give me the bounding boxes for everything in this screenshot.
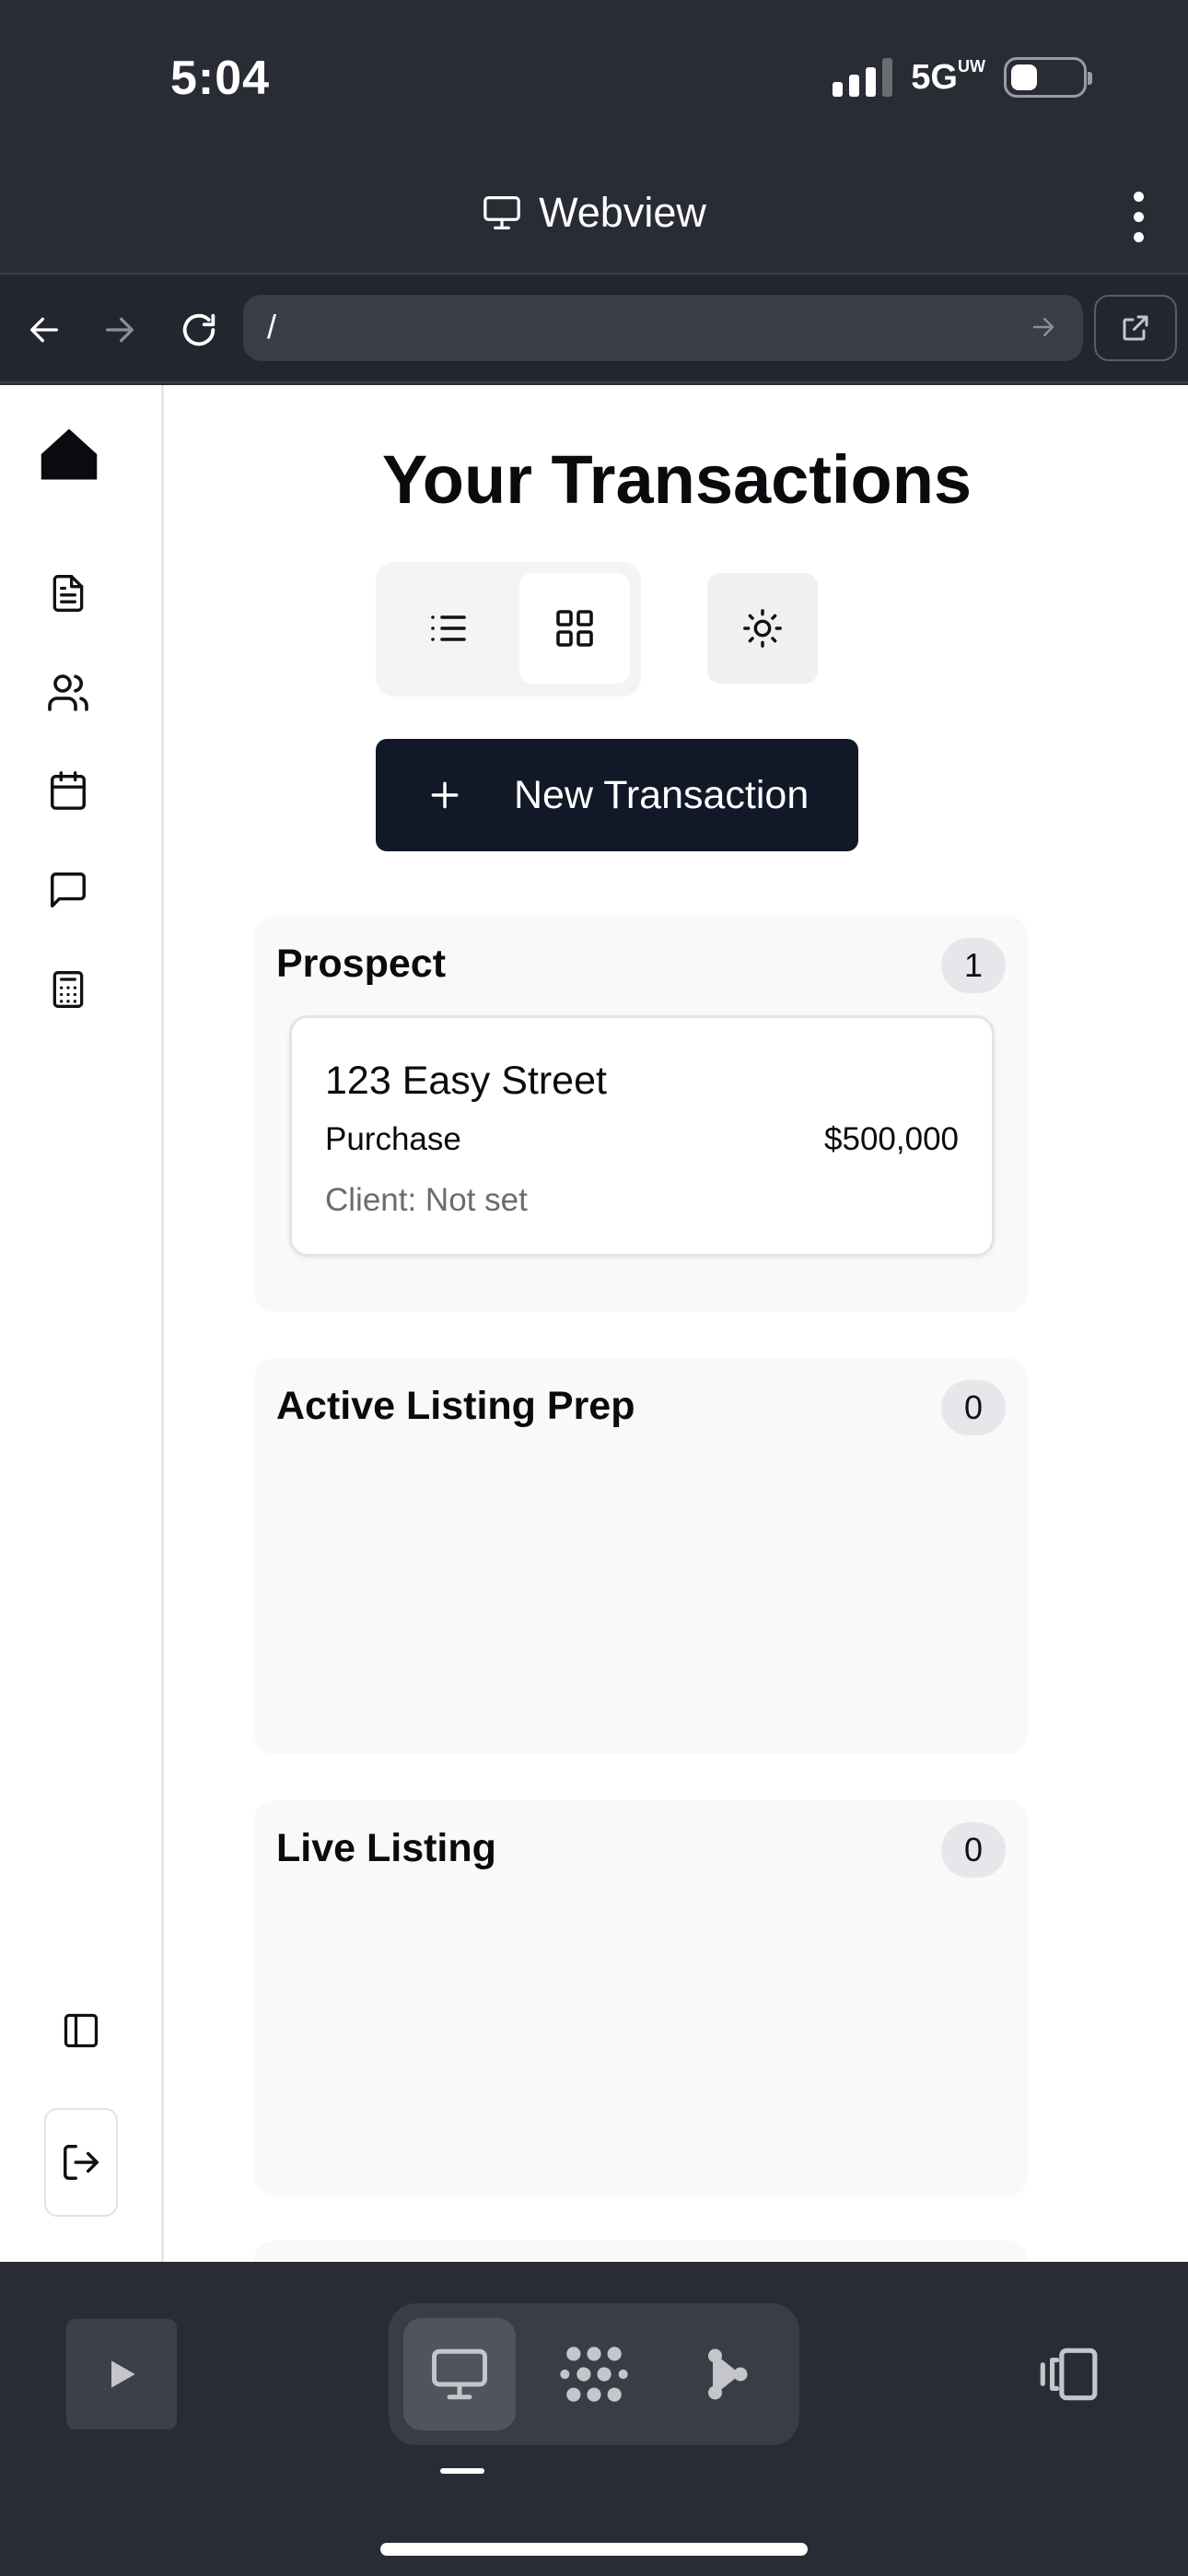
list-icon xyxy=(431,615,466,641)
go-arrow-icon[interactable] xyxy=(1030,313,1057,341)
users-icon[interactable] xyxy=(41,665,96,720)
battery-icon xyxy=(1004,57,1092,98)
column-title: Active Listing Prep xyxy=(276,1384,635,1428)
column-prospect: Prospect 1 123 Easy Street Purchase $500… xyxy=(254,916,1028,1312)
webview-page: Your Transactions New Transaction Prospe… xyxy=(0,385,1188,2262)
play-button[interactable] xyxy=(66,2319,177,2430)
forward-icon[interactable] xyxy=(94,304,146,356)
column-count-badge: 0 xyxy=(941,1822,1006,1878)
view-toggle xyxy=(376,562,641,697)
dots-mode-button[interactable] xyxy=(538,2318,650,2430)
transaction-card[interactable]: 123 Easy Street Purchase $500,000 Client… xyxy=(289,1015,995,1257)
active-mode-indicator xyxy=(440,2468,484,2474)
sidebar xyxy=(0,385,164,2262)
share-icon xyxy=(708,2348,748,2400)
column-live-listing: Live Listing 0 xyxy=(254,1800,1028,2196)
column-title: Prospect xyxy=(276,942,447,986)
card-price: $500,000 xyxy=(824,1121,959,1157)
bottom-toolbar xyxy=(0,2262,1188,2576)
dots-icon xyxy=(560,2347,628,2402)
status-indicators: 5GUW xyxy=(833,56,1092,98)
page-title: Your Transactions xyxy=(381,441,973,518)
column-count-badge: 0 xyxy=(941,1380,1006,1435)
url-input[interactable]: / xyxy=(243,295,1083,361)
mode-switcher xyxy=(389,2303,799,2445)
calendar-icon[interactable] xyxy=(41,763,96,818)
panel-toggle-icon[interactable] xyxy=(53,2003,109,2058)
grid-icon xyxy=(556,610,593,647)
sun-icon xyxy=(743,609,782,648)
open-external-button[interactable] xyxy=(1094,295,1177,361)
desktop-mode-button[interactable] xyxy=(403,2318,516,2430)
rotate-device-button[interactable] xyxy=(1030,2337,1103,2411)
message-icon[interactable] xyxy=(41,862,96,918)
desktop-icon xyxy=(432,2348,487,2400)
plus-icon xyxy=(376,778,514,813)
calculator-icon[interactable] xyxy=(41,962,96,1017)
new-transaction-button[interactable]: New Transaction xyxy=(376,739,858,851)
grid-view-button[interactable] xyxy=(519,573,630,684)
card-type: Purchase xyxy=(325,1121,461,1157)
reload-icon[interactable] xyxy=(173,304,225,356)
card-client: Client: Not set xyxy=(325,1182,528,1218)
list-view-button[interactable] xyxy=(392,573,503,684)
rotate-device-icon xyxy=(1040,2348,1098,2401)
desktop-icon xyxy=(483,195,520,229)
more-menu-icon[interactable] xyxy=(1134,192,1144,242)
logout-icon xyxy=(64,2145,99,2180)
status-time: 5:04 xyxy=(170,52,271,105)
network-label: 5GUW xyxy=(911,56,985,97)
card-address: 123 Easy Street xyxy=(325,1059,607,1103)
column-active-listing-prep: Active Listing Prep 0 xyxy=(254,1358,1028,1754)
column-count-badge: 1 xyxy=(941,938,1006,993)
webview-title: Webview xyxy=(0,189,1188,237)
column-next-partial xyxy=(254,2241,1028,2262)
signal-icon xyxy=(833,58,893,97)
external-link-icon xyxy=(1123,315,1148,341)
share-mode-button[interactable] xyxy=(670,2318,783,2430)
document-icon[interactable] xyxy=(41,566,96,621)
theme-toggle-button[interactable] xyxy=(707,573,818,684)
play-icon xyxy=(111,2360,135,2388)
column-title: Live Listing xyxy=(276,1826,496,1870)
home-indicator[interactable] xyxy=(380,2543,808,2556)
back-icon[interactable] xyxy=(18,304,70,356)
home-icon[interactable] xyxy=(39,424,99,485)
logout-button[interactable] xyxy=(44,2108,118,2217)
